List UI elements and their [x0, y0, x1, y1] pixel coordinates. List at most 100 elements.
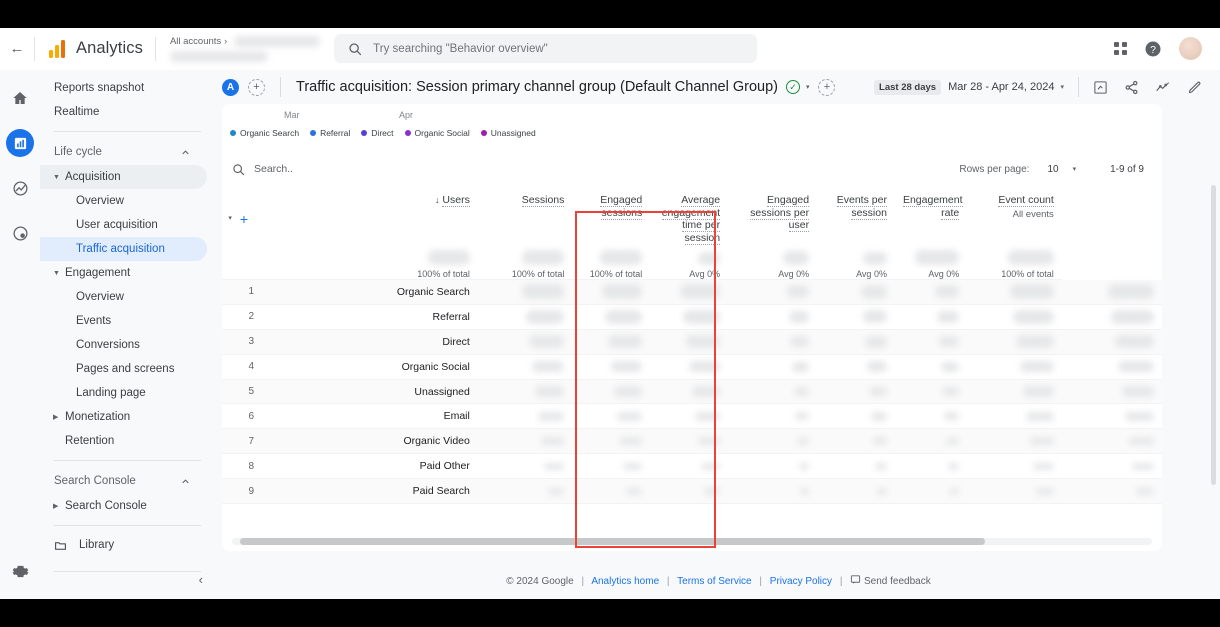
rows-per-page-value[interactable]: 10 — [1047, 164, 1058, 175]
avatar[interactable] — [1179, 37, 1202, 60]
sort-descending-icon[interactable]: ↓ — [435, 195, 440, 205]
add-dimension-icon[interactable]: + — [240, 212, 248, 226]
sidebar-item-conversions[interactable]: Conversions — [40, 333, 207, 357]
sidebar-item-label: Search Console — [65, 500, 147, 512]
sidebar-item-acquisition-overview[interactable]: Overview — [40, 189, 207, 213]
table-row[interactable]: 9 Paid Search — [222, 478, 1162, 505]
table-row[interactable]: 5 Unassigned — [222, 379, 1162, 405]
date-range-label[interactable]: Mar 28 - Apr 24, 2024 — [948, 81, 1054, 93]
sidebar-item-reports-snapshot[interactable]: Reports snapshot — [40, 76, 207, 100]
search-input[interactable]: Try searching "Behavior overview" — [334, 34, 758, 63]
chevron-left-icon[interactable]: ‹ — [199, 572, 203, 587]
send-feedback-label[interactable]: Send feedback — [864, 576, 931, 587]
table-row[interactable]: 2 Referral — [222, 304, 1162, 330]
vertical-scrollbar-thumb[interactable] — [1211, 185, 1216, 485]
row-dimension-value[interactable]: Paid Search — [262, 478, 478, 505]
table-search-input[interactable]: Search.. — [232, 163, 293, 176]
column-label[interactable]: Engagement rate — [902, 194, 963, 220]
sidebar-item-retention[interactable]: Retention — [40, 429, 207, 453]
share-icon[interactable] — [1124, 80, 1139, 95]
table-row[interactable]: 6 Email — [222, 403, 1162, 430]
comparison-badge[interactable]: A — [222, 78, 239, 96]
rows-per-page-chevron-down-icon[interactable]: ▾ — [1073, 165, 1077, 173]
event-filter-label[interactable]: All events — [975, 209, 1054, 222]
table-body: 1 Organic Search 2 Referral 3 Direct 4 Organic … — [222, 279, 1162, 505]
sidebar-item-monetization[interactable]: ▶ Monetization — [40, 405, 207, 429]
date-preset-chip[interactable]: Last 28 days — [874, 79, 942, 95]
sidebar-item-engagement-overview[interactable]: Overview — [40, 285, 207, 309]
row-dimension-value[interactable]: Paid Other — [262, 453, 478, 480]
metric-cell — [728, 329, 818, 355]
legend-item[interactable]: Organic Search — [230, 128, 299, 138]
sidebar-item-events[interactable]: Events — [40, 309, 207, 333]
dimension-chevron-down-icon[interactable]: ▾ — [228, 213, 232, 226]
sidebar-item-acquisition[interactable]: ▼ Acquisition — [40, 165, 207, 189]
sidebar-item-landing-page[interactable]: Landing page — [40, 381, 207, 405]
x-axis-label-mar: Mar — [284, 110, 300, 120]
folder-icon — [55, 541, 66, 550]
link-privacy-policy[interactable]: Privacy Policy — [770, 576, 832, 587]
column-label[interactable]: Users — [442, 194, 470, 207]
sidebar-item-traffic-acquisition[interactable]: Traffic acquisition — [40, 237, 207, 261]
value-redacted — [1009, 284, 1054, 300]
column-label[interactable]: Sessions — [521, 194, 565, 207]
column-label[interactable]: Engaged sessions per user — [750, 194, 810, 232]
sidebar-item-user-acquisition[interactable]: User acquisition — [40, 213, 207, 237]
chevron-down-icon[interactable]: ▾ — [806, 83, 810, 91]
column-label[interactable]: Event count — [998, 194, 1054, 207]
account-selector[interactable]: All accounts › — [156, 28, 321, 70]
row-dimension-value[interactable]: Direct — [262, 329, 478, 355]
sidebar-section-search-console[interactable]: Search Console — [40, 468, 207, 494]
home-icon[interactable] — [6, 84, 34, 112]
legend-item[interactable]: Referral — [310, 128, 350, 138]
row-dimension-value[interactable]: Unassigned — [262, 379, 478, 405]
table-row[interactable]: 8 Paid Other — [222, 453, 1162, 480]
table-row[interactable]: 1 Organic Search — [222, 279, 1162, 305]
explore-icon[interactable] — [6, 174, 34, 202]
value-redacted — [1007, 250, 1054, 265]
analytics-logo[interactable]: Analytics — [35, 39, 155, 58]
date-chevron-down-icon[interactable]: ▾ — [1060, 83, 1064, 91]
sidebar-item-search-console[interactable]: ▶ Search Console — [40, 494, 207, 518]
column-label[interactable]: Engaged sessions — [600, 194, 643, 220]
row-dimension-value[interactable]: Referral — [262, 304, 478, 330]
row-dimension-value[interactable]: Email — [262, 403, 478, 430]
table-row[interactable]: 7 Organic Video — [222, 428, 1162, 455]
sidebar-item-library[interactable]: Library — [40, 533, 207, 557]
check-circle-icon[interactable]: ✓ — [785, 80, 800, 94]
value-redacted — [868, 386, 887, 397]
sidebar-item-realtime[interactable]: Realtime — [40, 100, 207, 124]
column-label[interactable]: Events per session — [836, 194, 887, 220]
row-dimension-value[interactable]: Organic Video — [262, 428, 478, 455]
link-analytics-home[interactable]: Analytics home — [591, 576, 659, 587]
back-arrow-icon[interactable]: ← — [0, 40, 34, 57]
table-row[interactable]: 4 Organic Social — [222, 354, 1162, 380]
sidebar-item-pages-and-screens[interactable]: Pages and screens — [40, 357, 207, 381]
advertising-icon[interactable] — [6, 219, 34, 247]
horizontal-scrollbar-track[interactable] — [232, 538, 1152, 545]
insights-icon[interactable] — [1093, 80, 1108, 95]
legend-item[interactable]: Unassigned — [480, 128, 536, 138]
table-row[interactable]: 3 Direct — [222, 329, 1162, 355]
link-terms-of-service[interactable]: Terms of Service — [677, 576, 751, 587]
compare-icon[interactable] — [1155, 79, 1171, 95]
column-label[interactable]: Average engagement time per session — [661, 194, 721, 245]
edit-pencil-icon[interactable] — [1187, 80, 1202, 95]
help-icon[interactable]: ? — [1144, 40, 1162, 58]
gear-icon[interactable] — [6, 557, 34, 585]
horizontal-scrollbar-thumb[interactable] — [240, 538, 985, 545]
sidebar-item-engagement[interactable]: ▼ Engagement — [40, 261, 207, 285]
add-comparison-button[interactable]: + — [248, 78, 265, 96]
apps-grid-icon[interactable] — [1114, 42, 1127, 55]
feedback-icon[interactable] — [850, 574, 861, 585]
legend-item[interactable]: Direct — [361, 128, 394, 138]
legend-item[interactable]: Organic Social — [404, 128, 470, 138]
add-segment-button[interactable]: + — [818, 78, 836, 96]
metric-cell — [1061, 403, 1162, 430]
report-table: Session primary…Channel Group) ▾ + ↓ Use… — [222, 184, 1162, 505]
reports-bar-chart-icon[interactable] — [6, 129, 34, 157]
row-dimension-value[interactable]: Organic Social — [262, 354, 478, 380]
row-dimension-value[interactable]: Organic Search — [262, 279, 478, 305]
sidebar-section-life-cycle[interactable]: Life cycle — [40, 139, 207, 165]
totals-event-count: 100% of total — [967, 250, 1062, 280]
